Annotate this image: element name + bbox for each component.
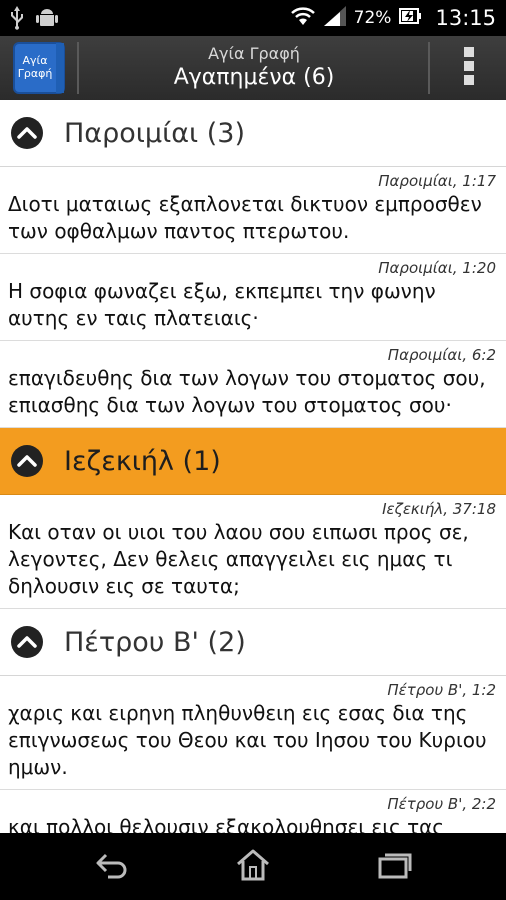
verse-item[interactable]: Παροιμίαι, 1:17 Διοτι ματαιως εξαπλονετα…: [0, 167, 506, 254]
back-icon: [94, 851, 130, 883]
clock: 13:15: [435, 6, 496, 30]
signal-icon: [323, 6, 346, 30]
verse-reference: Πέτρου Β', 1:2: [387, 681, 496, 699]
collapse-icon[interactable]: [10, 625, 44, 659]
back-button[interactable]: [82, 847, 142, 887]
verse-text: Διοτι ματαιως εξαπλονεται δικτυον εμπροσ…: [8, 192, 482, 243]
verse-text: Και οταν οι υιοι του λαου σου ειπωσι προ…: [8, 520, 469, 598]
verse-item[interactable]: Πέτρου Β', 2:2 και πολλοι θελουσιν εξακο…: [0, 790, 506, 833]
recent-apps-icon: [376, 851, 412, 883]
verse-reference: Πέτρου Β', 2:2: [387, 795, 496, 813]
app-icon-line-1: Αγία: [22, 54, 47, 67]
action-bar-divider: [428, 42, 430, 94]
battery-percent: 72%: [353, 8, 392, 28]
navigation-bar: [0, 833, 506, 900]
collapse-icon[interactable]: [10, 116, 44, 150]
wifi-icon: [290, 6, 316, 30]
verse-item[interactable]: Πέτρου Β', 1:2 χαρις και ειρηνη πληθυνθε…: [0, 676, 506, 790]
group-header[interactable]: Πέτρου Β' (2): [0, 609, 506, 676]
action-bar-divider: [77, 42, 79, 94]
usb-icon: [10, 6, 24, 34]
app-name: Αγία Γραφή: [208, 44, 300, 63]
group-title: Παροιμίαι (3): [64, 117, 245, 149]
app-icon-line-2: Γραφή: [18, 67, 53, 80]
android-debug-icon: [36, 6, 58, 34]
overflow-menu-button[interactable]: [432, 36, 506, 100]
page-title: Αγαπημένα (6): [173, 65, 335, 90]
favorites-list[interactable]: Παροιμίαι (3) Παροιμίαι, 1:17 Διοτι ματα…: [0, 100, 506, 833]
group-title: Ιεζεκιήλ (1): [64, 445, 221, 477]
verse-item[interactable]: Παροιμίαι, 1:20 Η σοφια φωναζει εξω, εκπ…: [0, 254, 506, 341]
verse-reference: Παροιμίαι, 6:2: [387, 346, 496, 364]
verse-text: και πολλοι θελουσιν εξακολουθησει εις τα…: [8, 815, 445, 833]
home-icon: [235, 849, 271, 885]
verse-reference: Παροιμίαι, 1:20: [378, 259, 496, 277]
verse-item[interactable]: Ιεζεκιήλ, 37:18 Και οταν οι υιοι του λαο…: [0, 495, 506, 609]
battery-charging-icon: [399, 7, 422, 29]
verse-text: Η σοφια φωναζει εξω, εκπεμπει την φωνην …: [8, 279, 436, 330]
overflow-menu-icon: [462, 46, 476, 90]
verse-reference: Παροιμίαι, 1:17: [378, 172, 496, 190]
home-button[interactable]: [223, 847, 283, 887]
group-header[interactable]: Ιεζεκιήλ (1): [0, 428, 506, 495]
verse-text: επαγιδευθης δια των λογων του στοματος σ…: [8, 366, 486, 417]
action-bar-titles: Αγία Γραφή Αγαπημένα (6): [80, 36, 428, 100]
action-bar: Αγία Γραφή Αγία Γραφή Αγαπημένα (6): [0, 36, 506, 101]
recent-apps-button[interactable]: [364, 847, 424, 887]
verse-reference: Ιεζεκιήλ, 37:18: [382, 500, 496, 518]
group-header[interactable]: Παροιμίαι (3): [0, 100, 506, 167]
app-icon[interactable]: Αγία Γραφή: [10, 40, 68, 96]
verse-text: χαρις και ειρηνη πληθυνθειη εις εσας δια…: [8, 701, 487, 779]
verse-item[interactable]: Παροιμίαι, 6:2 επαγιδευθης δια των λογων…: [0, 341, 506, 428]
collapse-icon[interactable]: [10, 444, 44, 478]
group-title: Πέτρου Β' (2): [64, 626, 246, 658]
status-bar: 72% 13:15: [0, 0, 506, 36]
